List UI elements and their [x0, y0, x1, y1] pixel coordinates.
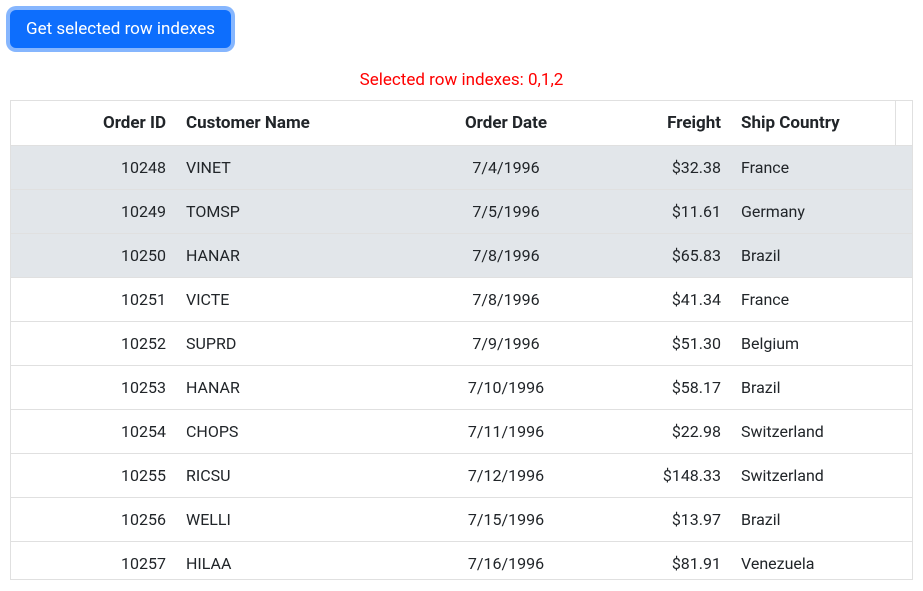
cell-customer-name: HANAR: [176, 366, 411, 409]
table-row[interactable]: 10254CHOPS7/11/1996$22.98Switzerland: [11, 410, 912, 454]
cell-order-date: 7/16/1996: [411, 542, 601, 579]
cell-customer-name: SUPRD: [176, 322, 411, 365]
table-row[interactable]: 10256WELLI7/15/1996$13.97Brazil: [11, 498, 912, 542]
cell-order-id: 10250: [11, 234, 176, 277]
cell-order-id: 10252: [11, 322, 176, 365]
table-row[interactable]: 10257HILAA7/16/1996$81.91Venezuela: [11, 542, 912, 579]
cell-ship-country: Venezuela: [731, 542, 912, 579]
cell-order-date: 7/9/1996: [411, 322, 601, 365]
table-row[interactable]: 10253HANAR7/10/1996$58.17Brazil: [11, 366, 912, 410]
cell-order-id: 10253: [11, 366, 176, 409]
get-selected-row-indexes-button[interactable]: Get selected row indexes: [10, 10, 231, 48]
cell-freight: $22.98: [601, 410, 731, 453]
cell-freight: $32.38: [601, 146, 731, 189]
cell-ship-country: Brazil: [731, 366, 912, 409]
cell-freight: $13.97: [601, 498, 731, 541]
cell-ship-country: France: [731, 278, 912, 321]
cell-order-id: 10256: [11, 498, 176, 541]
cell-customer-name: RICSU: [176, 454, 411, 497]
cell-order-date: 7/12/1996: [411, 454, 601, 497]
cell-freight: $65.83: [601, 234, 731, 277]
cell-ship-country: Brazil: [731, 234, 912, 277]
cell-freight: $41.34: [601, 278, 731, 321]
cell-order-id: 10248: [11, 146, 176, 189]
header-order-id[interactable]: Order ID: [11, 101, 176, 145]
cell-order-date: 7/8/1996: [411, 278, 601, 321]
cell-ship-country: Switzerland: [731, 410, 912, 453]
cell-freight: $51.30: [601, 322, 731, 365]
header-customer-name[interactable]: Customer Name: [176, 101, 411, 145]
header-freight[interactable]: Freight: [601, 101, 731, 145]
cell-ship-country: Brazil: [731, 498, 912, 541]
cell-customer-name: HANAR: [176, 234, 411, 277]
grid-header: Order ID Customer Name Order Date Freigh…: [11, 101, 912, 146]
table-row[interactable]: 10251VICTE7/8/1996$41.34France: [11, 278, 912, 322]
header-order-date[interactable]: Order Date: [411, 101, 601, 145]
cell-order-date: 7/4/1996: [411, 146, 601, 189]
table-row[interactable]: 10252SUPRD7/9/1996$51.30Belgium: [11, 322, 912, 366]
cell-customer-name: VINET: [176, 146, 411, 189]
cell-order-id: 10255: [11, 454, 176, 497]
cell-ship-country: Belgium: [731, 322, 912, 365]
table-row[interactable]: 10250HANAR7/8/1996$65.83Brazil: [11, 234, 912, 278]
cell-order-id: 10249: [11, 190, 176, 233]
cell-freight: $81.91: [601, 542, 731, 579]
cell-ship-country: France: [731, 146, 912, 189]
table-row[interactable]: 10248VINET7/4/1996$32.38France: [11, 146, 912, 190]
grid-body[interactable]: 10248VINET7/4/1996$32.38France10249TOMSP…: [11, 146, 912, 579]
cell-ship-country: Germany: [731, 190, 912, 233]
orders-grid: Order ID Customer Name Order Date Freigh…: [10, 100, 913, 580]
header-scroll-spacer: [895, 101, 912, 145]
cell-customer-name: WELLI: [176, 498, 411, 541]
cell-order-date: 7/10/1996: [411, 366, 601, 409]
cell-customer-name: HILAA: [176, 542, 411, 579]
cell-customer-name: CHOPS: [176, 410, 411, 453]
cell-order-id: 10254: [11, 410, 176, 453]
header-ship-country[interactable]: Ship Country: [731, 101, 895, 145]
cell-order-date: 7/8/1996: [411, 234, 601, 277]
cell-customer-name: VICTE: [176, 278, 411, 321]
cell-ship-country: Switzerland: [731, 454, 912, 497]
cell-freight: $148.33: [601, 454, 731, 497]
cell-order-id: 10251: [11, 278, 176, 321]
cell-freight: $11.61: [601, 190, 731, 233]
cell-freight: $58.17: [601, 366, 731, 409]
cell-order-id: 10257: [11, 542, 176, 579]
table-row[interactable]: 10249TOMSP7/5/1996$11.61Germany: [11, 190, 912, 234]
cell-customer-name: TOMSP: [176, 190, 411, 233]
cell-order-date: 7/11/1996: [411, 410, 601, 453]
cell-order-date: 7/15/1996: [411, 498, 601, 541]
table-row[interactable]: 10255RICSU7/12/1996$148.33Switzerland: [11, 454, 912, 498]
selected-indexes-message: Selected row indexes: 0,1,2: [0, 70, 923, 90]
selected-indexes-values: 0,1,2: [528, 70, 563, 90]
cell-order-date: 7/5/1996: [411, 190, 601, 233]
selected-indexes-prefix: Selected row indexes:: [360, 70, 528, 90]
